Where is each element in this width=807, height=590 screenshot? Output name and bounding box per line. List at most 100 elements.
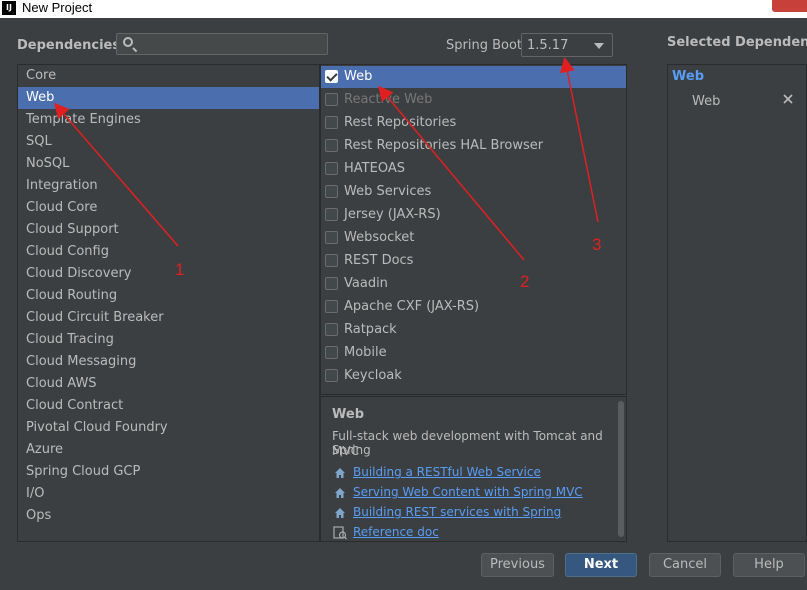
annotation-label-3: 3 <box>592 235 602 254</box>
category-item[interactable]: NoSQL <box>18 153 319 175</box>
dependency-label: Web <box>344 69 373 84</box>
dependency-label: Ratpack <box>344 322 397 337</box>
dependency-label: Rest Repositories <box>344 115 457 130</box>
search-box[interactable] <box>116 33 328 55</box>
close-window-button[interactable] <box>772 0 807 12</box>
selected-group-web: Web <box>672 69 704 84</box>
category-item[interactable]: Cloud Contract <box>18 395 319 417</box>
category-item[interactable]: Pivotal Cloud Foundry <box>18 417 319 439</box>
check-icon <box>326 70 338 82</box>
selected-dependencies-header: Selected Dependencies <box>667 35 807 50</box>
dependency-item[interactable]: Mobile <box>321 342 626 364</box>
dependency-label: REST Docs <box>344 253 414 268</box>
category-item[interactable]: Integration <box>18 175 319 197</box>
dependency-label: Websocket <box>344 230 415 245</box>
dependencies-label: Dependencies <box>17 38 121 53</box>
search-icon <box>123 37 133 47</box>
dependency-checkbox[interactable] <box>325 369 338 382</box>
category-item[interactable]: Cloud Circuit Breaker <box>18 307 319 329</box>
category-item[interactable]: Azure <box>18 439 319 461</box>
title-bar: IJ New Project <box>0 0 807 18</box>
spring-boot-label: Spring Boot <box>446 38 523 53</box>
category-list: Core Web Template Engines SQL NoSQL Integrati… <box>17 64 320 542</box>
category-item[interactable]: I/O <box>18 483 319 505</box>
dependency-item[interactable]: Ratpack <box>321 319 626 341</box>
annotation-label-2: 2 <box>520 272 530 291</box>
category-item[interactable]: Web <box>18 87 319 109</box>
category-item[interactable]: Cloud Core <box>18 197 319 219</box>
link-serving-web-content[interactable]: Serving Web Content with Spring MVC <box>353 485 583 499</box>
dependency-checkbox[interactable] <box>325 300 338 313</box>
spring-boot-version-value: 1.5.17 <box>527 38 569 53</box>
category-item[interactable]: Cloud Tracing <box>18 329 319 351</box>
doc-icon <box>333 526 347 540</box>
dependency-checkbox[interactable] <box>325 231 338 244</box>
dependency-checkbox[interactable] <box>325 323 338 336</box>
dependency-label: Rest Repositories HAL Browser <box>344 138 544 153</box>
category-item[interactable]: Ops <box>18 505 319 527</box>
dependency-item: Reactive Web <box>321 89 626 111</box>
link-reference-doc[interactable]: Reference doc <box>353 525 439 539</box>
dependency-label: Web Services <box>344 184 432 199</box>
dependency-item[interactable]: Web Services <box>321 181 626 203</box>
dependency-label: Reactive Web <box>344 92 433 107</box>
category-item[interactable]: Core <box>18 65 319 87</box>
category-item[interactable]: Cloud AWS <box>18 373 319 395</box>
dependency-item[interactable]: Vaadin <box>321 273 626 295</box>
dependency-checkbox[interactable] <box>325 70 338 83</box>
selected-dependencies-panel: Web Web <box>667 64 807 542</box>
previous-button[interactable]: Previous <box>481 553 554 577</box>
description-text-line1: Full-stack web development with Tomcat a… <box>332 429 603 457</box>
link-building-rest-services[interactable]: Building REST services with Spring <box>353 505 561 519</box>
home-icon <box>335 508 345 518</box>
dependency-checkbox[interactable] <box>325 116 338 129</box>
intellij-logo-icon: IJ <box>2 1 16 15</box>
cancel-button[interactable]: Cancel <box>649 553 721 577</box>
dependency-checkbox <box>325 93 338 106</box>
chevron-down-icon <box>594 43 604 49</box>
category-item[interactable]: SQL <box>18 131 319 153</box>
category-item[interactable]: Cloud Support <box>18 219 319 241</box>
dependency-label: Mobile <box>344 345 387 360</box>
home-icon <box>335 488 345 498</box>
category-item[interactable]: Cloud Routing <box>18 285 319 307</box>
dependency-item[interactable]: Rest Repositories <box>321 112 626 134</box>
dependency-description: Web Full-stack web development with Tomc… <box>320 396 627 542</box>
dependency-item[interactable]: Apache CXF (JAX-RS) <box>321 296 626 318</box>
dependency-list: Web Reactive Web Rest Repositories Rest Rep… <box>320 64 627 395</box>
category-item[interactable]: Spring Cloud GCP <box>18 461 319 483</box>
dependency-label: Apache CXF (JAX-RS) <box>344 299 480 314</box>
dependency-checkbox[interactable] <box>325 208 338 221</box>
description-title: Web <box>332 407 364 422</box>
spring-boot-version-select[interactable]: 1.5.17 <box>521 33 613 57</box>
dependency-item[interactable]: Web <box>321 66 626 88</box>
dependency-checkbox[interactable] <box>325 162 338 175</box>
link-building-restful[interactable]: Building a RESTful Web Service <box>353 465 541 479</box>
dependency-item[interactable]: Websocket <box>321 227 626 249</box>
description-text-line2: MVC <box>332 444 359 458</box>
dependency-label: Vaadin <box>344 276 388 291</box>
dependency-checkbox[interactable] <box>325 139 338 152</box>
category-item[interactable]: Cloud Messaging <box>18 351 319 373</box>
dependency-item[interactable]: HATEOAS <box>321 158 626 180</box>
dependency-item[interactable]: REST Docs <box>321 250 626 272</box>
dependency-checkbox[interactable] <box>325 277 338 290</box>
remove-icon[interactable] <box>782 93 794 105</box>
dependency-checkbox[interactable] <box>325 254 338 267</box>
category-item[interactable]: Template Engines <box>18 109 319 131</box>
dependency-checkbox[interactable] <box>325 185 338 198</box>
search-input[interactable] <box>141 36 325 54</box>
dependency-label: HATEOAS <box>344 161 405 176</box>
dependency-label: Keycloak <box>344 368 402 383</box>
window-title: New Project <box>22 0 93 15</box>
description-scrollbar[interactable] <box>618 401 624 537</box>
dependency-item[interactable]: Jersey (JAX-RS) <box>321 204 626 226</box>
next-button[interactable]: Next <box>565 553 637 577</box>
category-item[interactable]: Cloud Config <box>18 241 319 263</box>
dependency-item[interactable]: Keycloak <box>321 365 626 387</box>
help-button[interactable]: Help <box>733 553 805 577</box>
category-item[interactable]: Cloud Discovery <box>18 263 319 285</box>
dependency-item[interactable]: Rest Repositories HAL Browser <box>321 135 626 157</box>
annotation-label-1: 1 <box>175 260 185 279</box>
dependency-checkbox[interactable] <box>325 346 338 359</box>
